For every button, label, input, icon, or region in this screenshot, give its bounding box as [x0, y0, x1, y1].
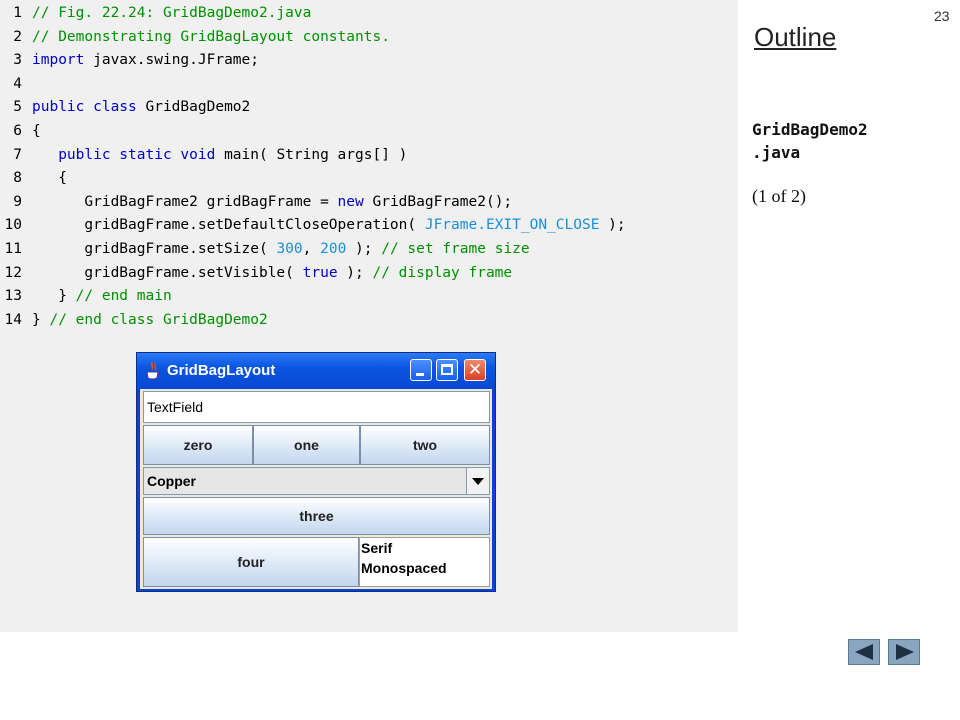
code-line: 14} // end class GridBagDemo2 [0, 309, 268, 331]
code-token: ); [337, 264, 373, 281]
code-token: javax.swing.JFrame; [84, 52, 259, 69]
line-number: 1 [13, 5, 22, 21]
arrow-right-icon [896, 644, 914, 660]
line-number: 5 [13, 99, 22, 116]
chevron-down-icon [472, 478, 484, 485]
font-list-item-monospaced[interactable]: Monospaced [360, 558, 489, 578]
close-icon: ✕ [467, 360, 483, 380]
page-number: 23 [934, 8, 950, 24]
code-line: 7 public static void main( String args[]… [0, 144, 407, 166]
previous-slide-button[interactable] [848, 639, 880, 665]
maximize-button[interactable] [436, 359, 458, 381]
code-line: 11 gridBagFrame.setSize( 300, 200 ); // … [0, 238, 530, 260]
code-token: { [32, 170, 67, 187]
line-number: 13 [4, 288, 22, 305]
code-token: new [337, 193, 364, 210]
one-button[interactable]: one [253, 425, 360, 465]
three-button[interactable]: three [143, 497, 490, 535]
window-title: GridBagLayout [167, 362, 276, 379]
code-token: } [32, 311, 50, 328]
code-token: main( String args[] ) [215, 146, 408, 163]
code-token: JFrame.EXIT_ON_CLOSE [424, 217, 600, 234]
code-token: ); [599, 217, 626, 234]
font-list[interactable]: Serif Monospaced [359, 537, 490, 587]
minimize-button[interactable] [410, 359, 432, 381]
code-token: , [302, 241, 321, 257]
text-field[interactable]: TextField [143, 391, 490, 423]
next-slide-button[interactable] [888, 639, 920, 665]
code-token: public static void [58, 146, 216, 163]
code-line: 1 // Fig. 22.24: GridBagDemo2.java [0, 2, 311, 24]
code-token: gridBagFrame.setSize( [32, 241, 277, 257]
code-token: GridBagFrame2(); [363, 193, 513, 210]
code-line: 9 GridBagFrame2 gridBagFrame = new GridB… [0, 191, 512, 213]
code-token: // end class GridBagDemo2 [49, 311, 268, 328]
gridbag-window: GridBagLayout ✕ TextField zero one two C… [136, 352, 496, 592]
line-number: 9 [13, 193, 22, 210]
code-token: // Demonstrating GridBagLayout constants… [32, 28, 390, 45]
code-token: import [32, 52, 85, 69]
code-token: // end main [75, 288, 172, 305]
code-line: 3 import javax.swing.JFrame; [0, 49, 259, 71]
code-token: { [32, 123, 41, 139]
line-number: 11 [4, 241, 22, 257]
font-list-item-serif[interactable]: Serif [360, 538, 489, 558]
outline-title[interactable]: Outline [754, 22, 836, 53]
code-token: // Fig. 22.24: GridBagDemo2.java [32, 5, 312, 21]
two-button[interactable]: two [360, 425, 490, 465]
code-line: 5 public class GridBagDemo2 [0, 96, 250, 118]
window-content: TextField zero one two Copper three four… [140, 389, 492, 589]
code-line: 4 [0, 73, 32, 95]
java-cup-icon [146, 361, 160, 380]
file-name-line2: .java [752, 143, 801, 162]
code-line: 12 gridBagFrame.setVisible( true ); // d… [0, 262, 513, 284]
code-token: GridBagFrame2 gridBagFrame = [32, 193, 338, 210]
close-button[interactable]: ✕ [464, 359, 486, 381]
code-line: 10 gridBagFrame.setDefaultCloseOperation… [0, 214, 626, 236]
file-name: GridBagDemo2 .java [752, 118, 952, 164]
line-number: 8 [13, 170, 22, 187]
combo-selected-value: Copper [147, 473, 196, 489]
code-line: 8 { [0, 167, 67, 189]
code-token: // set frame size [381, 241, 530, 257]
line-number: 2 [13, 28, 22, 45]
line-number: 12 [4, 264, 22, 281]
zero-button[interactable]: zero [143, 425, 253, 465]
line-number: 3 [13, 52, 22, 69]
line-number: 6 [13, 123, 22, 139]
code-token: 300 [276, 241, 303, 257]
code-token: 200 [320, 241, 347, 257]
maximize-icon [441, 364, 453, 375]
code-line: 6{ [0, 120, 41, 142]
metals-combo-box[interactable]: Copper [143, 467, 490, 495]
line-number: 7 [13, 146, 22, 163]
minimize-icon [416, 373, 424, 376]
part-label: (1 of 2) [752, 186, 806, 206]
code-token: gridBagFrame.setDefaultCloseOperation( [32, 217, 425, 234]
four-button[interactable]: four [143, 537, 359, 587]
window-titlebar[interactable]: GridBagLayout ✕ [137, 353, 495, 389]
file-name-line1: GridBagDemo2 [752, 120, 868, 139]
combo-dropdown-button[interactable] [466, 468, 489, 494]
code-line: 13 } // end main [0, 285, 172, 307]
code-token: GridBagDemo2 [136, 99, 251, 116]
code-line: 2 // Demonstrating GridBagLayout constant… [0, 26, 390, 48]
code-token: true [302, 264, 338, 281]
line-number: 14 [4, 311, 22, 328]
line-number: 10 [4, 217, 22, 234]
code-token: } [32, 288, 76, 305]
code-token: // display frame [372, 264, 513, 281]
code-token: gridBagFrame.setVisible( [32, 264, 303, 281]
arrow-left-icon [855, 644, 873, 660]
line-number: 4 [13, 75, 22, 92]
code-token: ); [346, 241, 382, 257]
code-token: public class [32, 99, 137, 116]
